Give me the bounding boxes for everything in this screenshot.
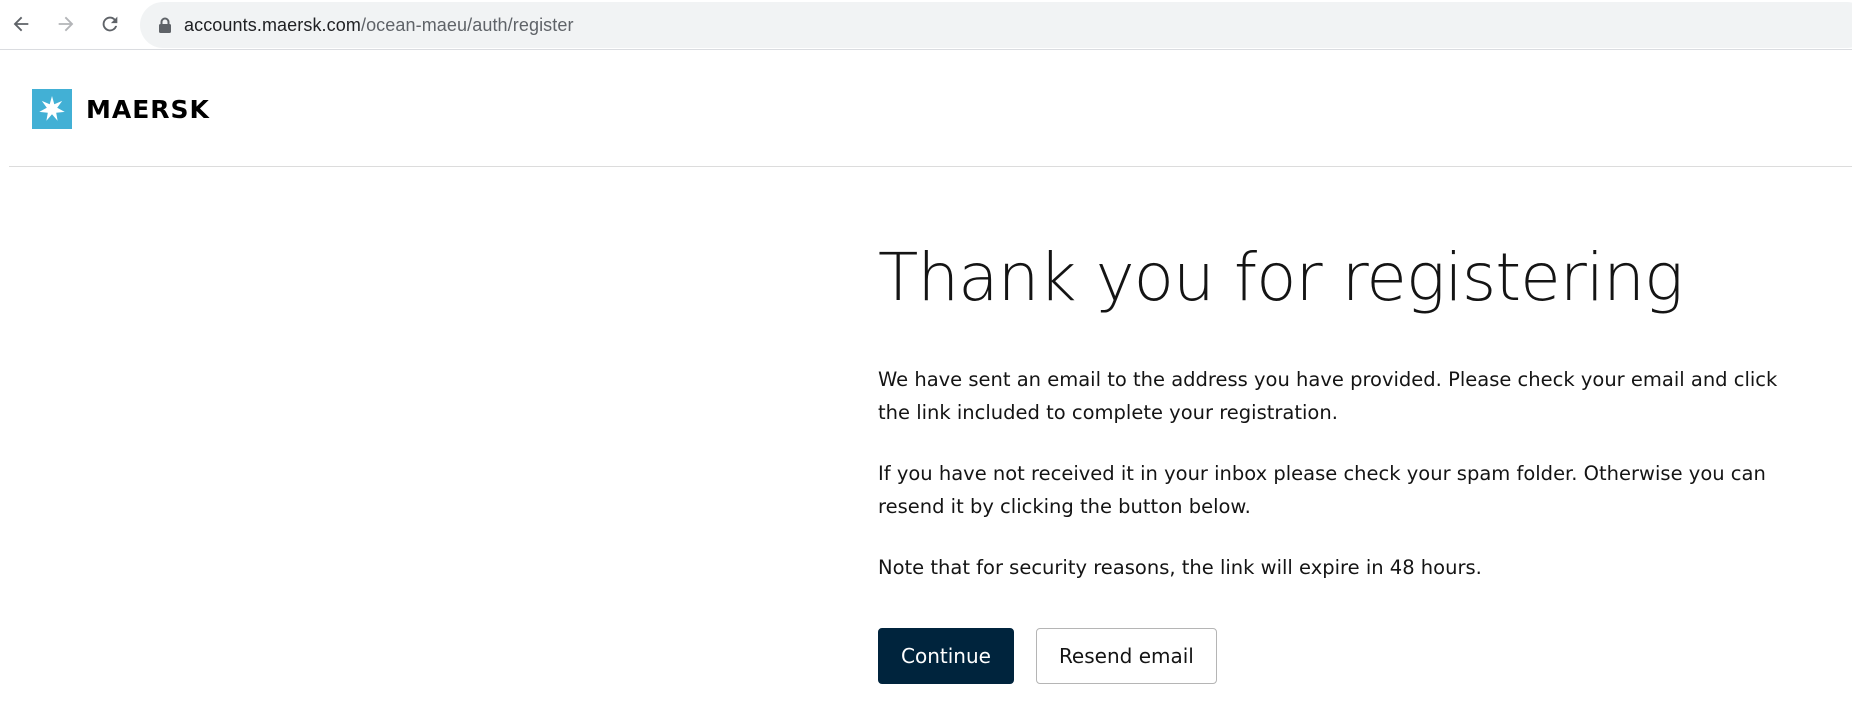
action-buttons: Continue Resend email [878, 627, 1778, 684]
resend-email-button[interactable]: Resend email [1035, 627, 1217, 684]
seven-point-star-icon [32, 89, 72, 129]
brand-name: MAERSK [86, 94, 210, 124]
site-header: MAERSK [9, 51, 1852, 167]
url-path: /ocean-maeu/auth/register [360, 14, 574, 35]
spam-folder-message: If you have not received it in your inbo… [878, 461, 1766, 518]
reload-icon [102, 16, 118, 32]
arrow-left-icon [13, 16, 29, 32]
browser-toolbar: accounts.maersk.com/ocean-maeu/auth/regi… [0, 0, 1852, 50]
registration-confirmation: Thank you for registering We have sent a… [878, 240, 1778, 684]
url-text: accounts.maersk.com/ocean-maeu/auth/regi… [184, 15, 574, 36]
maersk-logo[interactable]: MAERSK [32, 89, 210, 129]
arrow-right-icon [58, 16, 74, 32]
reload-button[interactable] [96, 10, 124, 38]
forward-button[interactable] [52, 10, 80, 38]
link-expiry-note: Note that for security reasons, the link… [878, 555, 1482, 579]
email-sent-message: We have sent an email to the address you… [878, 367, 1778, 424]
url-host: accounts.maersk.com [184, 14, 361, 35]
back-button[interactable] [7, 10, 35, 38]
lock-icon [158, 17, 172, 33]
continue-button[interactable]: Continue [878, 627, 1014, 684]
address-bar[interactable]: accounts.maersk.com/ocean-maeu/auth/regi… [140, 2, 1852, 48]
page-title: Thank you for registering [878, 239, 1684, 316]
